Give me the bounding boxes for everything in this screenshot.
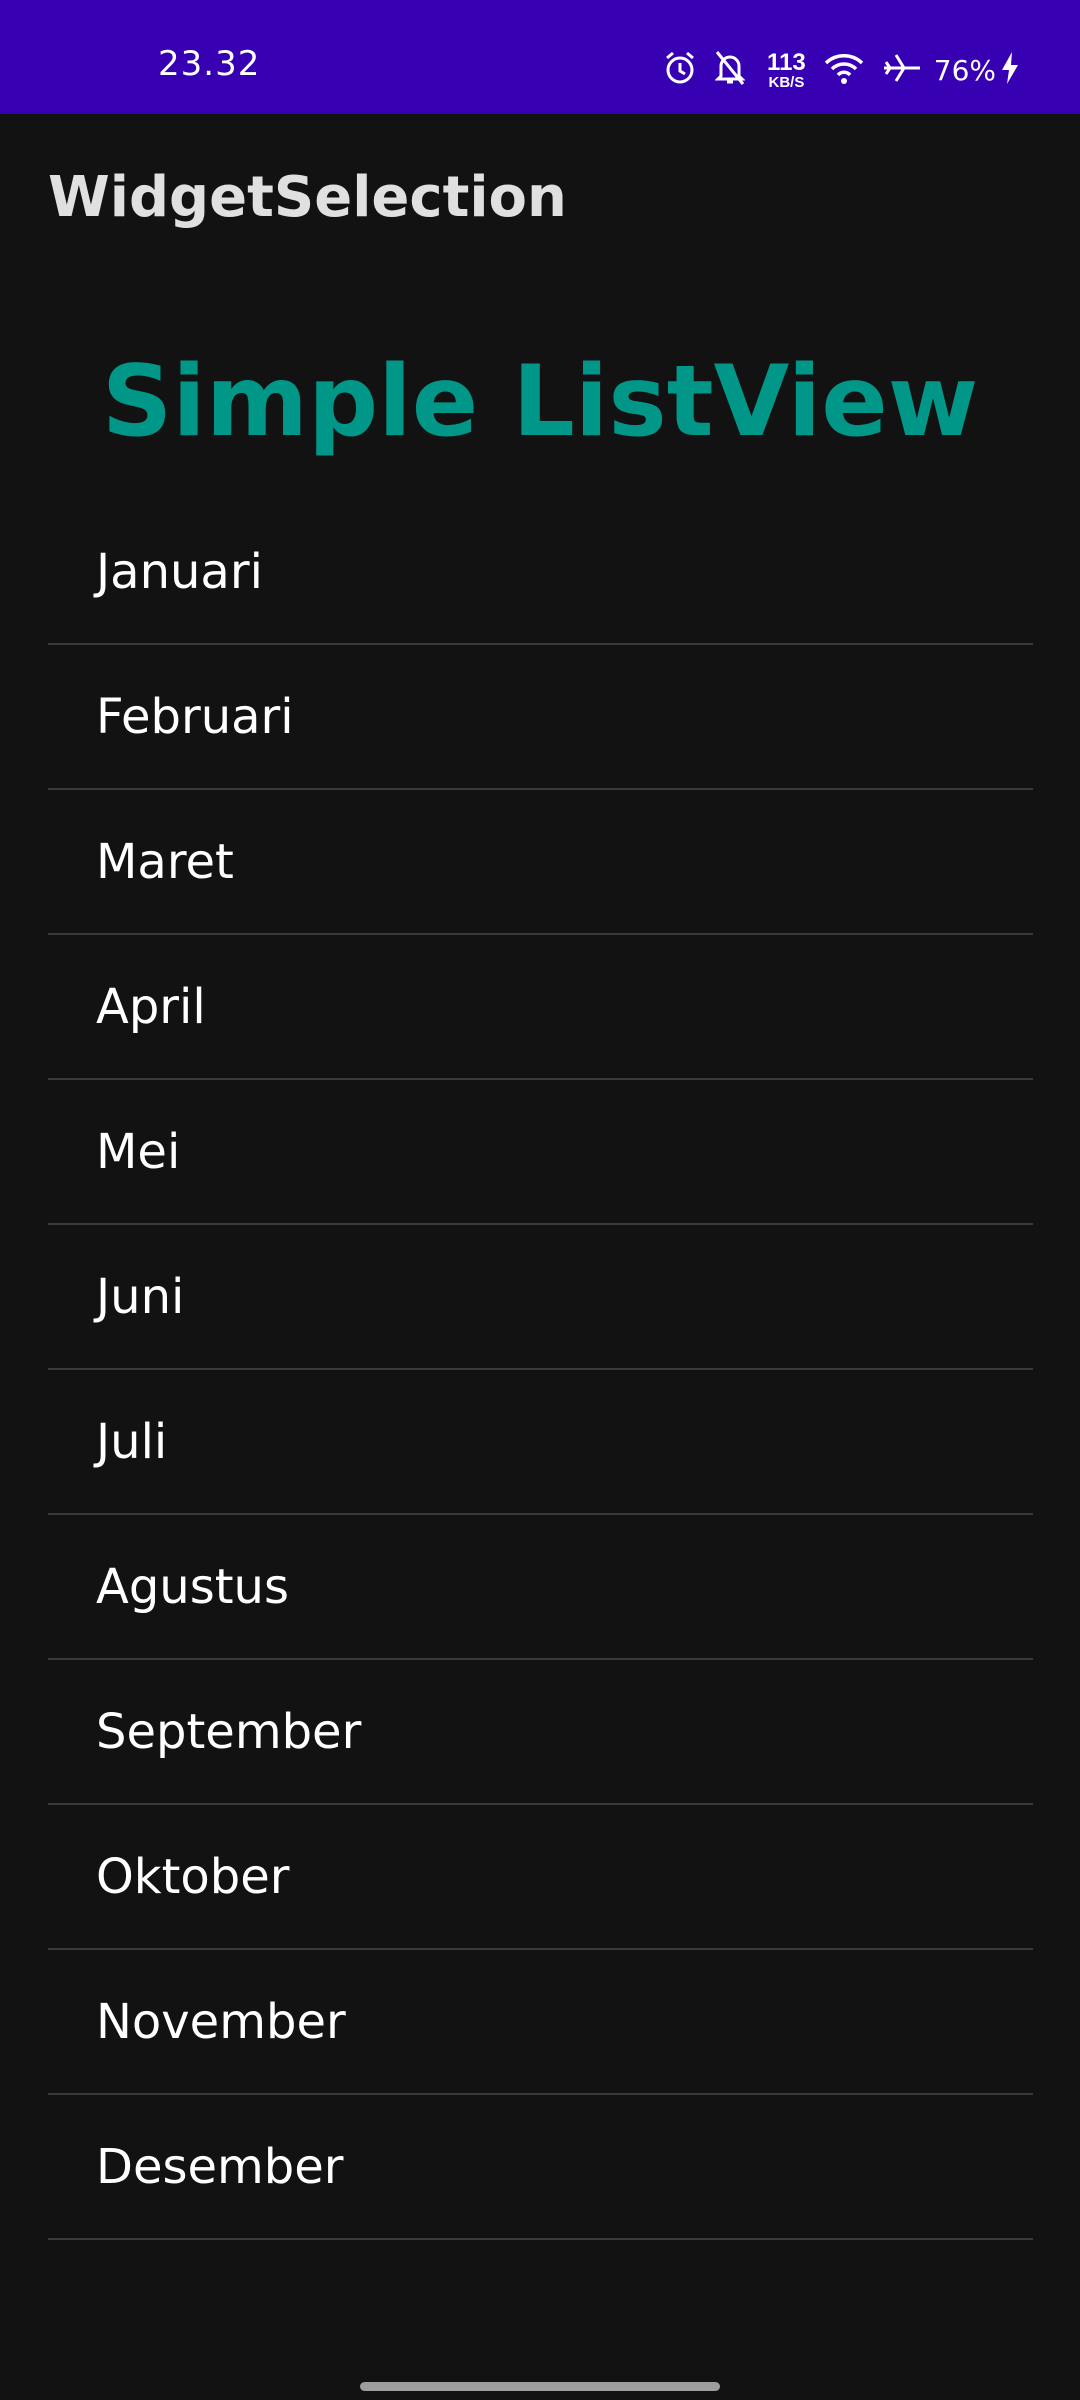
list-item-label: Agustus: [96, 1558, 289, 1615]
list-item-label: Maret: [96, 833, 234, 890]
alarm-icon: [663, 50, 697, 91]
list-item[interactable]: Juli: [48, 1370, 1033, 1515]
status-bar: 23.32 113 KB/S 76%: [0, 0, 1080, 114]
status-icons: 113 KB/S 76%: [645, 48, 1020, 92]
battery-percent: 76%: [933, 53, 996, 87]
list-item[interactable]: Agustus: [48, 1515, 1033, 1660]
charging-icon: [1000, 51, 1020, 90]
page-heading: Simple ListView: [101, 345, 979, 459]
list-item-label: Desember: [96, 2138, 344, 2195]
list-item-label: Oktober: [96, 1848, 290, 1905]
app-bar-title: WidgetSelection: [48, 165, 567, 230]
list-item[interactable]: Desember: [48, 2095, 1033, 2240]
list-item-label: Juli: [96, 1413, 168, 1470]
home-indicator[interactable]: [360, 2382, 720, 2391]
list-item[interactable]: November: [48, 1950, 1033, 2095]
list-item[interactable]: April: [48, 935, 1033, 1080]
list-item[interactable]: Juni: [48, 1225, 1033, 1370]
list-item-label: April: [96, 978, 206, 1035]
list-item[interactable]: Mei: [48, 1080, 1033, 1225]
list-item-label: November: [96, 1993, 346, 2050]
list-item-label: September: [96, 1703, 362, 1760]
list-item-label: Januari: [96, 543, 263, 600]
status-time: 23.32: [158, 44, 261, 84]
list-item[interactable]: Maret: [48, 790, 1033, 935]
wifi-icon: [824, 51, 864, 90]
list-item[interactable]: Oktober: [48, 1805, 1033, 1950]
bell-off-icon: [714, 50, 746, 91]
list-item-label: Mei: [96, 1123, 181, 1180]
airplane-icon: [882, 51, 922, 90]
month-list: Januari Februari Maret April Mei Juni Ju…: [48, 500, 1033, 2240]
network-speed: 113 KB/S: [767, 48, 806, 91]
list-item[interactable]: September: [48, 1660, 1033, 1805]
list-item-label: Juni: [96, 1268, 185, 1325]
list-item-label: Februari: [96, 688, 294, 745]
list-item[interactable]: Februari: [48, 645, 1033, 790]
list-item[interactable]: Januari: [48, 500, 1033, 645]
